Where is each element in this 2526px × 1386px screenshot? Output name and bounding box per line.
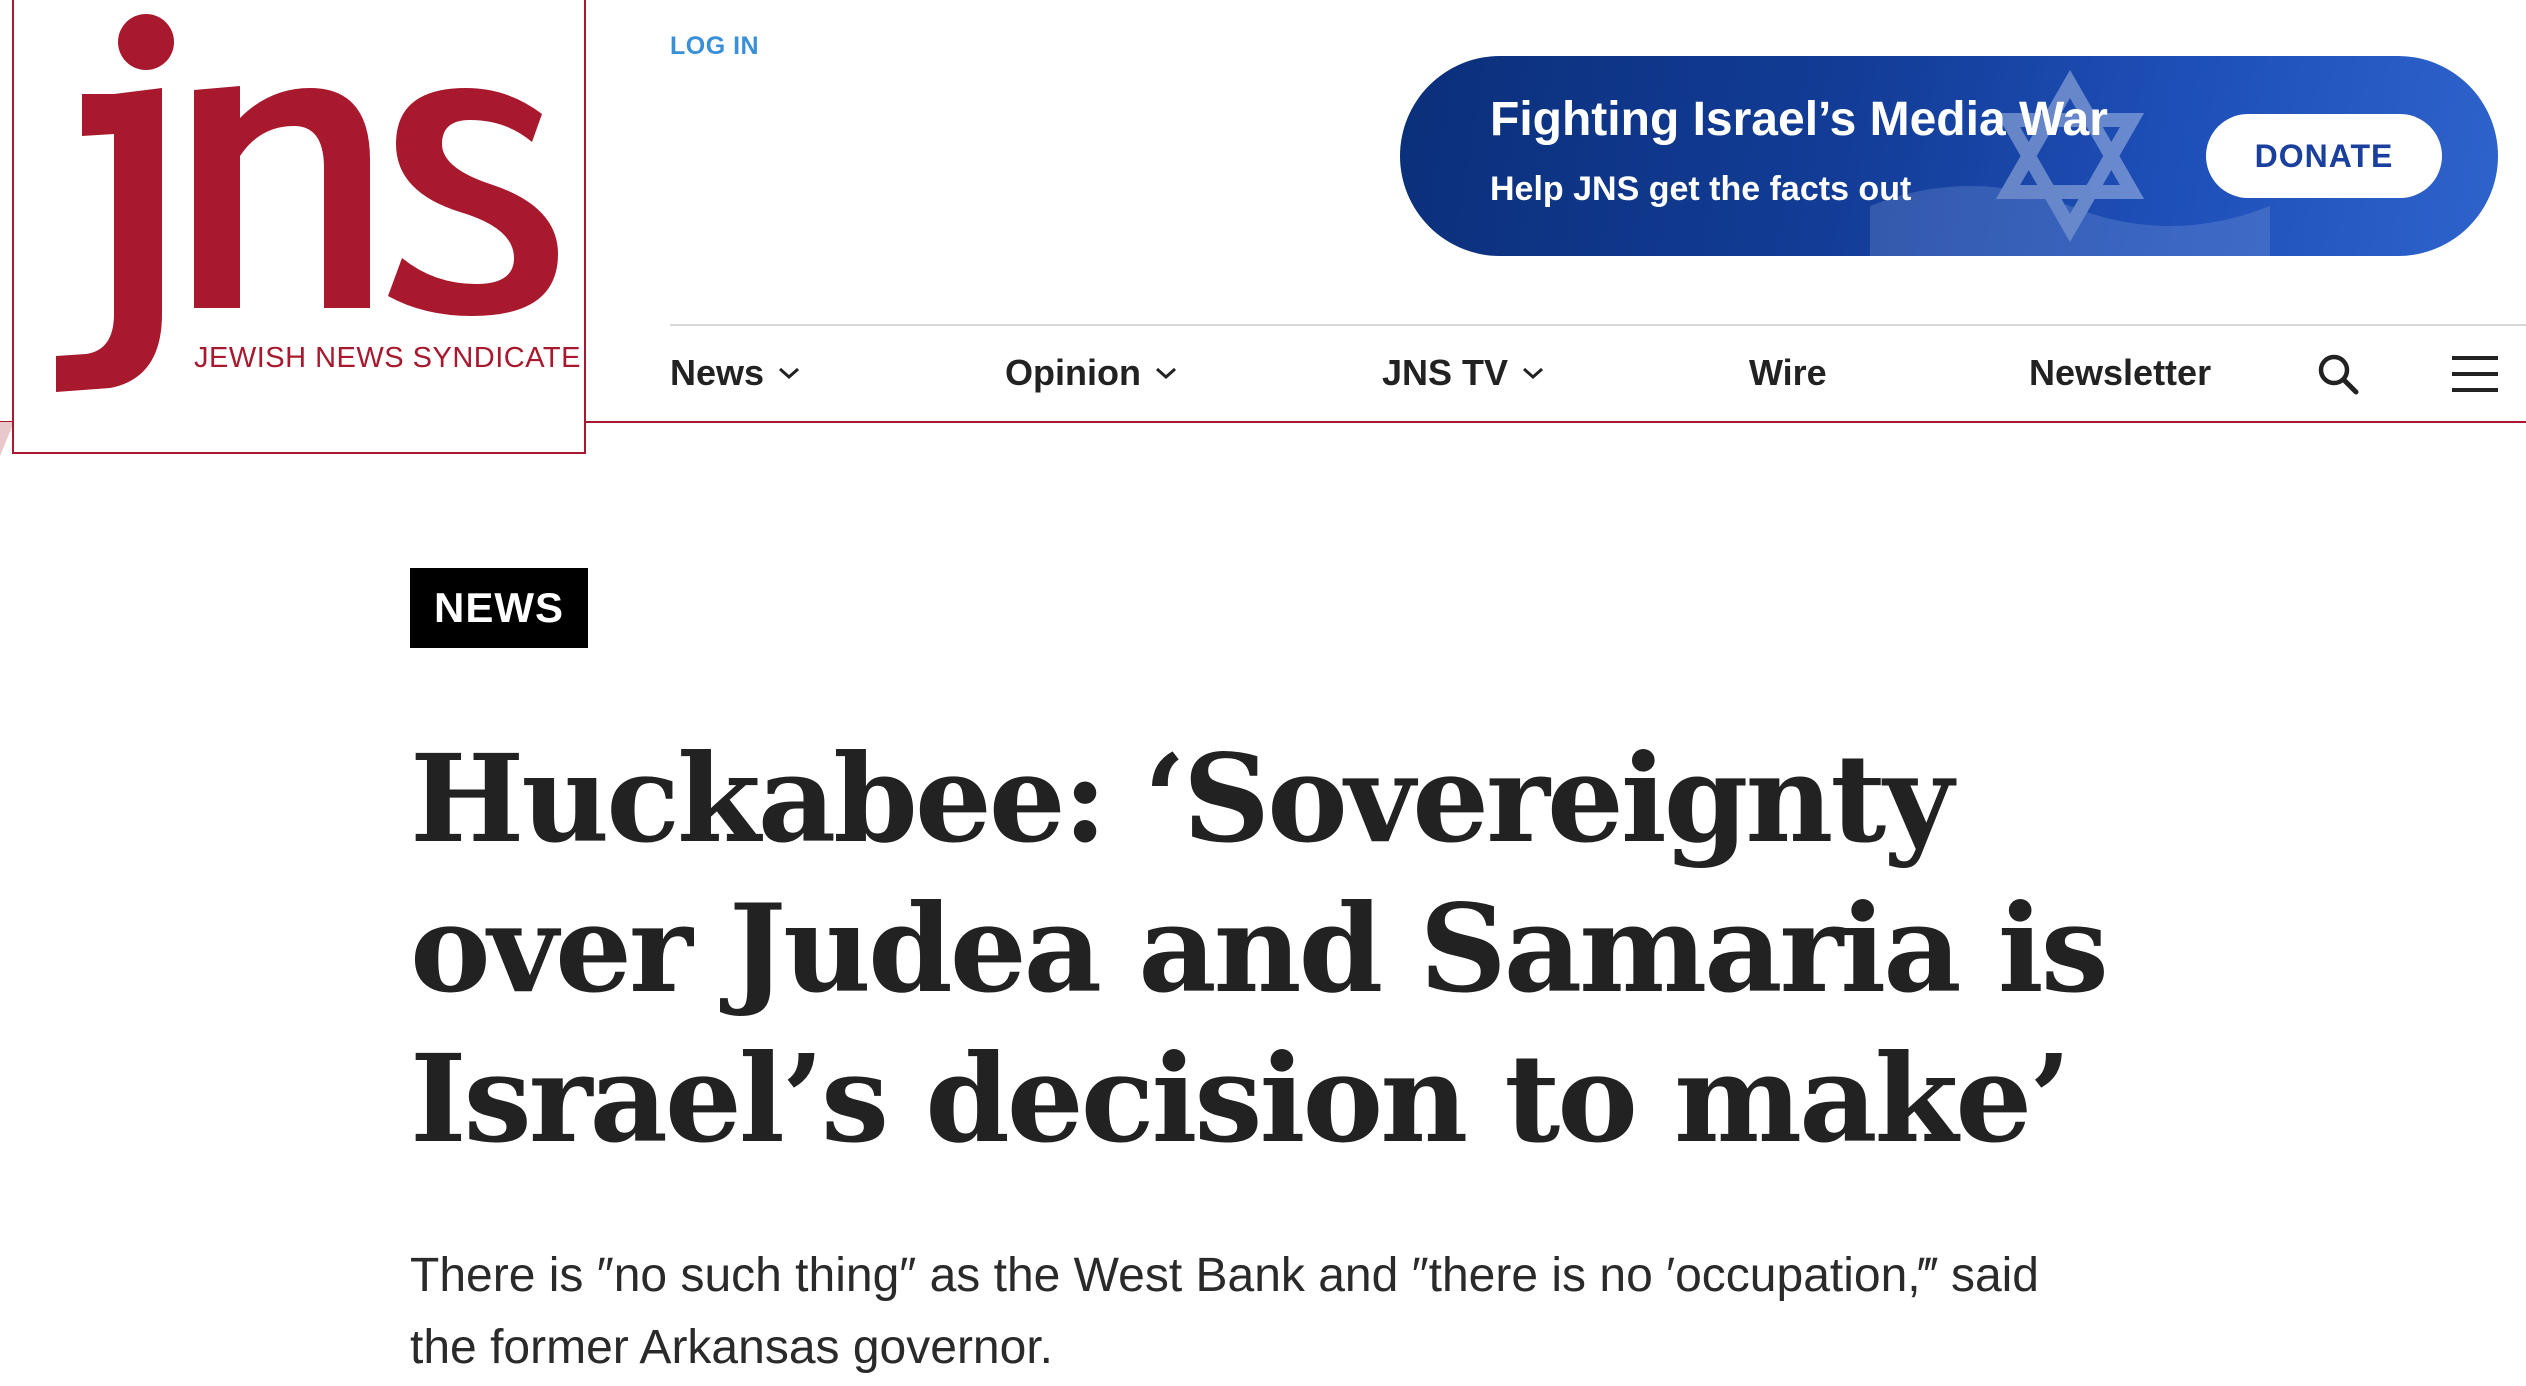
headline-line: Huckabee: ‘Sovereignty (410, 727, 1954, 870)
dek-line: There is ″no such thing″ as the West Ban… (410, 1249, 2039, 1302)
headline-line: Israel’s decision to make’ (410, 1027, 2071, 1170)
search-icon[interactable] (2316, 352, 2360, 396)
category-badge[interactable]: NEWS (410, 568, 588, 648)
nav-item-label: JNS TV (1382, 352, 1509, 393)
nav-item-opinion[interactable]: Opinion (1005, 352, 1177, 394)
nav-item-label: News (670, 352, 765, 393)
site-logo[interactable]: JEWISH NEWS SYNDICATE (12, 0, 586, 454)
nav-item-label: Newsletter (2029, 352, 2212, 393)
hamburger-menu-icon[interactable] (2452, 354, 2498, 394)
nav-item-wire[interactable]: Wire (1749, 352, 1827, 394)
nav-item-label: Wire (1749, 352, 1827, 393)
banner-subtitle: Help JNS get the facts out (1490, 170, 1912, 208)
banner-title: Fighting Israel’s Media War (1490, 93, 2108, 146)
chevron-down-icon (1523, 367, 1544, 380)
nav-item-newsletter[interactable]: Newsletter (2029, 352, 2211, 394)
headline-line: over Judea and Samaria is (410, 877, 2109, 1020)
login-link[interactable]: LOG IN (670, 32, 759, 61)
donate-button[interactable]: DONATE (2206, 114, 2442, 198)
chevron-down-icon (1155, 367, 1176, 380)
logo-tagline: JEWISH NEWS SYNDICATE (194, 342, 581, 374)
dek-line: the former Arkansas governor. (410, 1321, 1053, 1374)
nav-item-jns-tv[interactable]: JNS TV (1382, 352, 1544, 394)
article-dek: There is ″no such thing″ as the West Ban… (410, 1240, 2110, 1384)
chevron-down-icon (779, 367, 800, 380)
nav-top-divider (670, 324, 2526, 326)
article-headline: Huckabee: ‘Sovereignty over Judea and Sa… (410, 724, 2410, 1174)
nav-item-news[interactable]: News (670, 352, 800, 394)
nav-item-label: Opinion (1005, 352, 1141, 393)
